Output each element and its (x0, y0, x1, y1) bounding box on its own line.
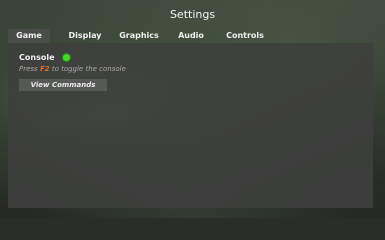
hint-prefix: Press (19, 65, 40, 73)
tab-controls[interactable]: Controls (222, 29, 268, 43)
tab-display[interactable]: Display (62, 29, 108, 43)
hint-suffix: to toggle the console (49, 65, 126, 73)
tab-game[interactable]: Game (8, 29, 50, 43)
game-settings-panel: Console Press F2 to toggle the console V… (8, 43, 373, 208)
hint-key: F2 (39, 65, 50, 73)
console-setting-row: Console (19, 51, 70, 63)
view-commands-button[interactable]: View Commands (19, 79, 107, 91)
settings-tab-bar: Game Display Graphics Audio Controls (8, 29, 373, 43)
console-toggle-indicator[interactable] (62, 53, 70, 61)
tab-graphics[interactable]: Graphics (116, 29, 162, 43)
console-hint-text: Press F2 to toggle the console (19, 65, 126, 73)
console-label: Console (19, 52, 55, 62)
settings-title: Settings (169, 8, 216, 21)
tab-audio[interactable]: Audio (170, 29, 212, 43)
